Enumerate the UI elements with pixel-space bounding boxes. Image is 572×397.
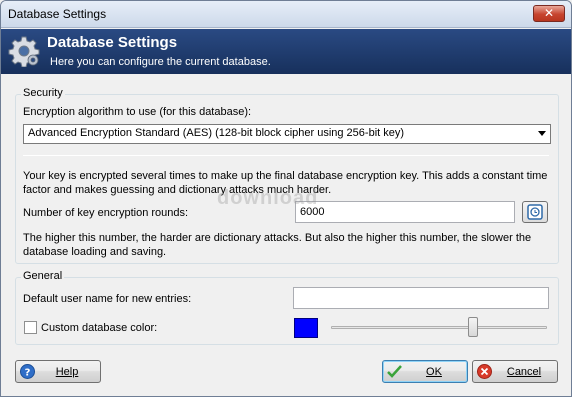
rounds-input[interactable]: 6000 bbox=[295, 201, 515, 223]
algorithm-label: Encryption algorithm to use (for this da… bbox=[23, 106, 252, 118]
security-separator bbox=[23, 155, 549, 156]
algorithm-select[interactable]: Advanced Encryption Standard (AES) (128-… bbox=[23, 124, 551, 144]
color-slider-track[interactable] bbox=[331, 326, 547, 329]
ok-label: OK bbox=[426, 366, 442, 378]
color-slider-thumb[interactable] bbox=[468, 317, 478, 337]
security-group-label: Security bbox=[21, 87, 65, 99]
username-label: Default user name for new entries: bbox=[23, 293, 192, 305]
compute-rounds-button[interactable] bbox=[522, 201, 548, 223]
custom-color-label[interactable]: Custom database color: bbox=[41, 322, 157, 334]
svg-text:?: ? bbox=[25, 368, 31, 379]
close-button[interactable]: ✕ bbox=[533, 5, 565, 22]
chevron-down-icon bbox=[538, 131, 546, 136]
help-button[interactable]: ? Help bbox=[15, 360, 101, 383]
ok-button[interactable]: OK bbox=[382, 360, 468, 383]
database-settings-window: Database Settings ✕ Database Settings He… bbox=[0, 0, 572, 397]
rounds-note-text: The higher this number, the harder are d… bbox=[23, 232, 532, 258]
title-bar: Database Settings ✕ bbox=[1, 1, 571, 28]
help-label: Help bbox=[55, 366, 79, 378]
gear-icon bbox=[8, 36, 40, 67]
clock-icon bbox=[527, 204, 543, 220]
custom-color-checkbox[interactable] bbox=[24, 321, 37, 334]
banner-subtitle: Here you can configure the current datab… bbox=[50, 56, 271, 68]
rounds-label: Number of key encryption rounds: bbox=[23, 207, 189, 219]
window-title: Database Settings bbox=[8, 7, 107, 21]
header-banner: Database Settings Here you can configure… bbox=[1, 29, 571, 74]
color-swatch[interactable] bbox=[294, 318, 318, 338]
help-icon: ? bbox=[20, 364, 35, 379]
watermark: download bbox=[217, 187, 319, 209]
banner-title: Database Settings bbox=[47, 34, 178, 51]
checkmark-icon bbox=[387, 365, 402, 378]
cancel-button[interactable]: Cancel bbox=[472, 360, 558, 383]
default-username-input[interactable] bbox=[293, 287, 549, 309]
general-group-label: General bbox=[21, 270, 65, 282]
cancel-icon bbox=[477, 364, 492, 379]
close-icon: ✕ bbox=[543, 6, 555, 20]
algorithm-selected-value: Advanced Encryption Standard (AES) (128-… bbox=[28, 127, 405, 139]
cancel-label: Cancel bbox=[506, 366, 542, 378]
